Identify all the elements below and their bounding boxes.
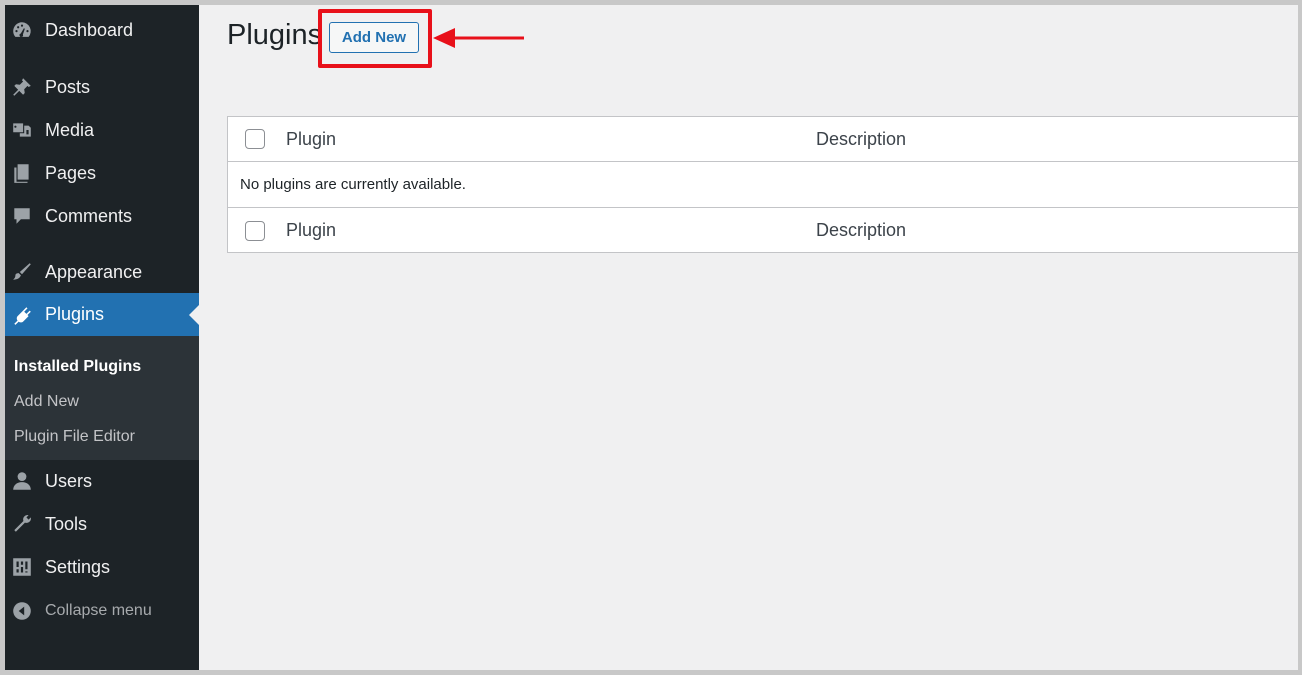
submenu-installed-plugins[interactable]: Installed Plugins	[14, 358, 141, 376]
plugin-icon	[11, 304, 33, 326]
sidebar-item-label: Users	[45, 470, 93, 491]
sidebar-item-label: Dashboard	[45, 19, 134, 40]
pin-icon	[11, 76, 33, 98]
plugins-table: Plugin Description No plugins are curren…	[227, 116, 1298, 253]
collapse-menu-button[interactable]: Collapse menu	[5, 591, 199, 631]
sidebar-item-users[interactable]: Users	[5, 461, 199, 501]
collapse-icon	[11, 600, 33, 622]
sidebar-item-label: Posts	[45, 76, 91, 97]
sidebar-item-dashboard[interactable]: Dashboard	[5, 10, 199, 50]
sidebar-item-appearance[interactable]: Appearance	[5, 252, 199, 292]
screenshot-frame: Dashboard Posts Media Pages Comments App…	[0, 0, 1302, 675]
submenu-plugin-file-editor[interactable]: Plugin File Editor	[14, 428, 135, 446]
table-footer-row: Plugin Description	[228, 208, 1298, 253]
sidebar-item-posts[interactable]: Posts	[5, 67, 199, 107]
paintbrush-icon	[11, 261, 33, 283]
arrow-annotation-icon	[433, 28, 524, 48]
sidebar-item-comments[interactable]: Comments	[5, 196, 199, 236]
collapse-menu-label: Collapse menu	[45, 602, 152, 619]
comment-icon	[11, 205, 33, 227]
page-title: Plugins	[227, 19, 323, 51]
submenu-add-new[interactable]: Add New	[14, 393, 79, 411]
sidebar-item-label: Settings	[45, 556, 111, 577]
column-header-plugin[interactable]: Plugin	[286, 129, 336, 150]
select-all-checkbox-footer[interactable]	[245, 220, 265, 241]
pages-icon	[11, 162, 33, 184]
admin-sidebar: Dashboard Posts Media Pages Comments App…	[5, 5, 199, 670]
plugins-submenu: Installed Plugins Add New Plugin File Ed…	[5, 336, 199, 460]
settings-icon	[11, 556, 33, 578]
sidebar-item-label: Comments	[45, 205, 133, 226]
table-row: No plugins are currently available.	[228, 162, 1298, 208]
sidebar-item-label: Pages	[45, 162, 97, 183]
sidebar-item-settings[interactable]: Settings	[5, 547, 199, 587]
column-footer-description: Description	[816, 220, 907, 240]
dashboard-icon	[11, 19, 33, 41]
add-new-button[interactable]: Add New	[329, 22, 419, 53]
sidebar-item-label: Tools	[45, 513, 88, 534]
sidebar-item-media[interactable]: Media	[5, 110, 199, 150]
table-header-row: Plugin Description	[228, 117, 1298, 162]
media-icon	[11, 119, 33, 141]
sidebar-item-plugins[interactable]: Plugins	[5, 293, 199, 336]
user-icon	[11, 470, 33, 492]
sidebar-item-label: Appearance	[45, 261, 143, 282]
sidebar-item-label: Media	[45, 119, 95, 140]
sidebar-item-pages[interactable]: Pages	[5, 153, 199, 193]
sidebar-item-tools[interactable]: Tools	[5, 504, 199, 544]
wrench-icon	[11, 513, 33, 535]
column-footer-plugin[interactable]: Plugin	[286, 220, 336, 241]
empty-state-message: No plugins are currently available.	[240, 176, 466, 193]
sidebar-item-label: Plugins	[45, 304, 105, 324]
select-all-checkbox[interactable]	[245, 129, 265, 149]
column-header-description: Description	[816, 128, 907, 149]
